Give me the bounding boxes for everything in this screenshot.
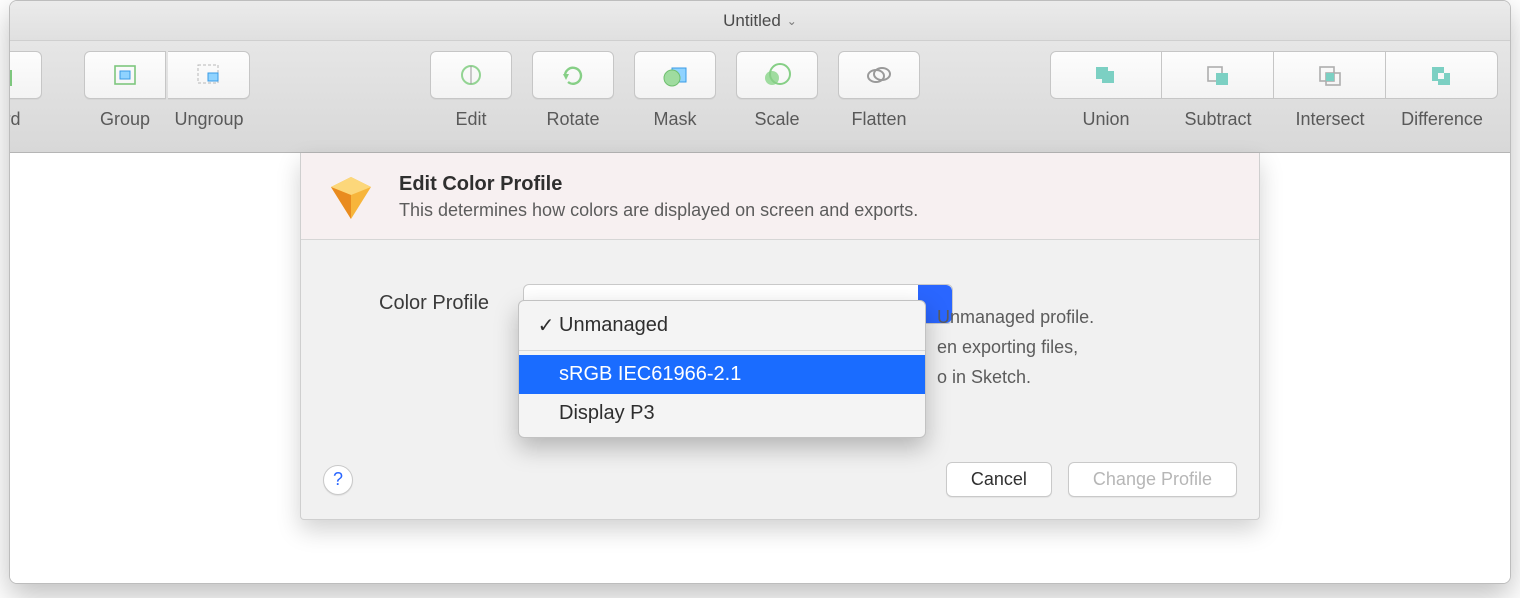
change-profile-button[interactable]: Change Profile: [1068, 462, 1237, 497]
mask-icon: [660, 62, 690, 88]
app-window: Untitled ⌄ ward: [9, 0, 1511, 584]
color-profile-menu[interactable]: ✓ Unmanaged sRGB IEC61966-2.1 Display P3: [518, 300, 926, 438]
toolbar-label: Intersect: [1295, 109, 1364, 130]
dialog-header: Edit Color Profile This determines how c…: [301, 153, 1259, 240]
dialog-subtitle: This determines how colors are displayed…: [399, 200, 918, 221]
toolbar-item-difference[interactable]: Difference: [1386, 51, 1498, 130]
forward-icon: [9, 63, 15, 87]
toolbar-label: Rotate: [546, 109, 599, 130]
toolbar-item-flatten[interactable]: Flatten: [838, 51, 920, 130]
intersect-icon: [1316, 63, 1344, 87]
cancel-button[interactable]: Cancel: [946, 462, 1052, 497]
toolbar-item-edit[interactable]: Edit: [430, 51, 512, 130]
desc-line: o in Sketch.: [937, 367, 1031, 387]
toolbar-label: Edit: [455, 109, 486, 130]
toolbar-item-rotate[interactable]: Rotate: [532, 51, 614, 130]
checkmark-icon: ✓: [533, 313, 559, 338]
title-chevron-icon[interactable]: ⌄: [787, 14, 797, 28]
desc-line: en exporting files,: [937, 337, 1078, 357]
toolbar-label: Difference: [1401, 109, 1483, 130]
toolbar-label: Subtract: [1184, 109, 1251, 130]
union-icon: [1092, 63, 1120, 87]
toolbar-item-ungroup[interactable]: Ungroup: [168, 51, 250, 130]
menu-item-label: Unmanaged: [559, 314, 668, 337]
titlebar: Untitled ⌄: [10, 1, 1510, 41]
toolbar-item-intersect[interactable]: Intersect: [1274, 51, 1386, 130]
toolbar-item-subtract[interactable]: Subtract: [1162, 51, 1274, 130]
toolbar-label: Mask: [653, 109, 696, 130]
toolbar-item-mask[interactable]: Mask: [634, 51, 716, 130]
dialog-title: Edit Color Profile: [399, 173, 918, 196]
menu-item-label: sRGB IEC61966-2.1: [559, 363, 741, 386]
dialog-footer: ? Cancel Change Profile: [301, 450, 1259, 519]
toolbar: ward Group: [10, 41, 1510, 153]
menu-item-display-p3[interactable]: Display P3: [519, 394, 925, 433]
sketch-app-icon: [325, 173, 377, 221]
profile-description: Unmanaged profile. en exporting files, o…: [937, 302, 1237, 392]
help-button[interactable]: ?: [323, 465, 353, 495]
color-profile-label: Color Profile: [379, 292, 489, 315]
menu-item-srgb[interactable]: sRGB IEC61966-2.1: [519, 355, 925, 394]
flatten-icon: [864, 62, 894, 88]
menu-item-unmanaged[interactable]: ✓ Unmanaged: [519, 305, 925, 346]
rotate-icon: [559, 62, 587, 88]
difference-icon: [1428, 63, 1456, 87]
toolbar-label: ward: [9, 109, 21, 130]
toolbar-item-forward[interactable]: ward: [9, 51, 42, 130]
menu-separator: [519, 350, 925, 351]
subtract-icon: [1204, 63, 1232, 87]
window-title: Untitled: [723, 11, 781, 31]
scale-icon: [762, 62, 792, 88]
toolbar-label: Ungroup: [174, 109, 243, 130]
menu-item-label: Display P3: [559, 402, 655, 425]
desc-line: Unmanaged profile.: [937, 307, 1094, 327]
toolbar-label: Group: [100, 109, 150, 130]
toolbar-item-union[interactable]: Union: [1050, 51, 1162, 130]
toolbar-item-group[interactable]: Group: [84, 51, 166, 130]
edit-icon: [457, 62, 485, 88]
toolbar-label: Union: [1082, 109, 1129, 130]
toolbar-item-scale[interactable]: Scale: [736, 51, 818, 130]
group-icon: [111, 62, 139, 88]
ungroup-icon: [195, 62, 223, 88]
toolbar-label: Scale: [754, 109, 799, 130]
toolbar-label: Flatten: [851, 109, 906, 130]
